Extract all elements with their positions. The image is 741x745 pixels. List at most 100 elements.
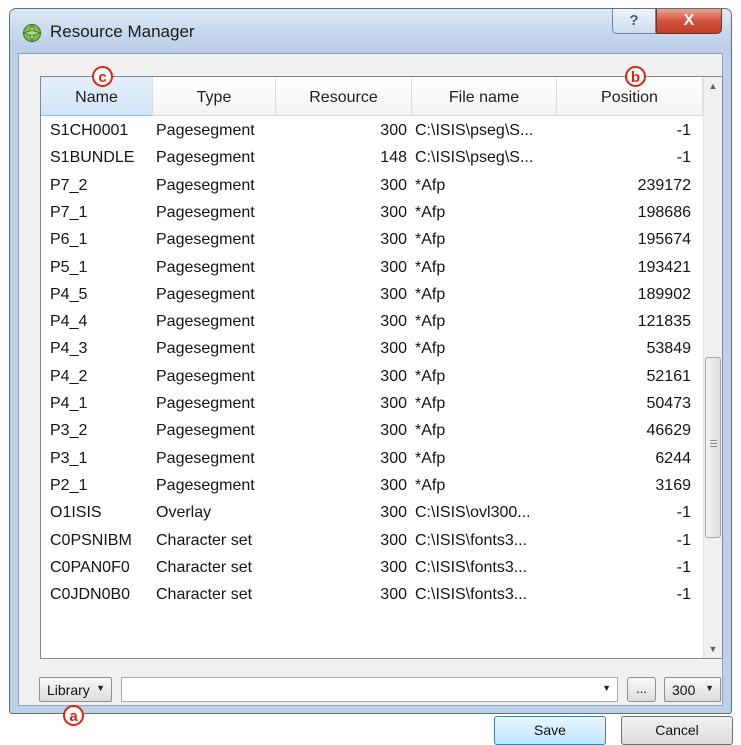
cell-name: S1BUNDLE xyxy=(50,149,135,167)
cell-name: P7_2 xyxy=(50,176,88,194)
cell-name: P4_2 xyxy=(50,367,88,385)
scroll-down-icon[interactable]: ▼ xyxy=(704,640,722,658)
library-dropdown-value: Library xyxy=(47,682,90,698)
table-row[interactable]: P4_1 Pagesegment 300 *Afp 50473 xyxy=(41,390,703,417)
cell-name: P5_1 xyxy=(50,258,88,276)
table-row[interactable]: O1ISIS Overlay 300 C:\ISIS\ovl300... -1 xyxy=(41,499,703,526)
chevron-down-icon: ▼ xyxy=(96,683,105,693)
table-row[interactable]: C0PSNIBM Character set 300 C:\ISIS\fonts3..… xyxy=(41,527,703,554)
column-header-file-name[interactable]: File name xyxy=(412,77,557,116)
cell-type: Pagesegment xyxy=(156,313,255,331)
cell-resource: 300 xyxy=(380,258,407,276)
cell-position: -1 xyxy=(676,531,691,549)
table-row[interactable]: P7_2 Pagesegment 300 *Afp 239172 xyxy=(41,172,703,199)
cell-name: C0JDN0B0 xyxy=(50,586,131,604)
table-row[interactable]: P7_1 Pagesegment 300 *Afp 198686 xyxy=(41,199,703,226)
cell-position: -1 xyxy=(676,122,691,139)
title-bar[interactable]: Resource Manager ? X xyxy=(10,9,731,54)
cell-type: Pagesegment xyxy=(156,367,255,385)
table-row[interactable]: S1CH0001 Pagesegment 300 C:\ISIS\pseg\S... -… xyxy=(41,117,703,144)
column-header-type[interactable]: Type xyxy=(153,77,276,116)
cell-position: 198686 xyxy=(637,203,691,221)
cell-type: Pagesegment xyxy=(156,422,255,440)
cell-resource: 300 xyxy=(380,558,407,576)
cell-file-name: *Afp xyxy=(415,340,446,358)
cell-position: 195674 xyxy=(637,231,691,249)
cell-file-name: *Afp xyxy=(415,476,446,494)
cell-resource: 300 xyxy=(380,203,407,221)
cell-type: Pagesegment xyxy=(156,231,255,249)
annotation-badge-a: a xyxy=(63,705,84,726)
close-button[interactable]: X xyxy=(656,9,722,34)
column-header-resource[interactable]: Resource xyxy=(276,77,412,116)
cell-name: P4_4 xyxy=(50,313,88,331)
cell-file-name: *Afp xyxy=(415,449,446,467)
chevron-down-icon[interactable]: ▼ xyxy=(602,683,611,693)
table-row[interactable]: P4_5 Pagesegment 300 *Afp 189902 xyxy=(41,281,703,308)
cell-name: P7_1 xyxy=(50,203,88,221)
table-row[interactable]: P2_1 Pagesegment 300 *Afp 3169 xyxy=(41,472,703,499)
cell-type: Pagesegment xyxy=(156,395,255,412)
browse-button[interactable]: ... xyxy=(627,677,656,702)
vertical-scrollbar[interactable]: ▲ ▼ xyxy=(703,77,722,658)
cell-name: P4_5 xyxy=(50,285,88,303)
resource-list: Name Type Resource File name Position S1… xyxy=(41,77,703,658)
cell-position: -1 xyxy=(676,149,691,167)
cell-file-name: *Afp xyxy=(415,422,446,440)
cell-name: P3_1 xyxy=(50,449,88,467)
cell-file-name: *Afp xyxy=(415,203,446,221)
cell-resource: 300 xyxy=(380,449,407,467)
table-row[interactable]: C0PAN0F0 Character set 300 C:\ISIS\fonts3..… xyxy=(41,554,703,581)
cell-file-name: *Afp xyxy=(415,258,446,276)
window-title: Resource Manager xyxy=(50,22,195,41)
cell-resource: 300 xyxy=(380,395,407,412)
help-button[interactable]: ? xyxy=(612,9,656,34)
cell-position: -1 xyxy=(676,558,691,576)
cell-type: Pagesegment xyxy=(156,340,255,358)
cell-type: Pagesegment xyxy=(156,258,255,276)
cell-type: Overlay xyxy=(156,504,212,522)
cell-name: C0PSNIBM xyxy=(50,531,132,549)
cell-resource: 300 xyxy=(380,476,407,494)
table-row[interactable]: P5_1 Pagesegment 300 *Afp 193421 xyxy=(41,254,703,281)
grip-icon xyxy=(710,440,717,449)
table-row[interactable]: P6_1 Pagesegment 300 *Afp 195674 xyxy=(41,226,703,253)
cell-resource: 300 xyxy=(380,504,407,522)
cell-resource: 300 xyxy=(380,340,407,358)
chevron-down-icon: ▼ xyxy=(705,683,714,693)
cell-position: 52161 xyxy=(646,367,692,385)
resolution-dropdown[interactable]: 300 ▼ xyxy=(664,677,721,702)
cell-position: 6244 xyxy=(655,449,691,467)
cell-file-name: *Afp xyxy=(415,285,446,303)
resource-manager-window: Resource Manager ? X Name Type Resource … xyxy=(9,8,733,745)
library-dropdown[interactable]: Library ▼ xyxy=(39,677,112,702)
cell-position: 189902 xyxy=(637,285,691,303)
cell-type: Character set xyxy=(156,558,253,576)
table-row[interactable]: P4_3 Pagesegment 300 *Afp 53849 xyxy=(41,335,703,362)
table-row[interactable]: P4_2 Pagesegment 300 *Afp 52161 xyxy=(41,363,703,390)
cell-resource: 300 xyxy=(380,231,407,249)
cell-position: 50473 xyxy=(646,395,692,412)
cancel-button[interactable]: Cancel xyxy=(621,716,733,745)
scrollbar-thumb[interactable] xyxy=(705,357,721,538)
cell-resource: 300 xyxy=(380,176,407,194)
cell-type: Pagesegment xyxy=(156,449,255,467)
table-row[interactable]: S1BUNDLE Pagesegment 148 C:\ISIS\pseg\S... -… xyxy=(41,144,703,171)
path-combobox[interactable]: ▼ xyxy=(121,677,618,702)
table-row[interactable]: P4_4 Pagesegment 300 *Afp 121835 xyxy=(41,308,703,335)
cell-type: Pagesegment xyxy=(156,122,255,139)
cell-type: Character set xyxy=(156,586,253,604)
cell-position: 46629 xyxy=(646,422,692,440)
cell-type: Character set xyxy=(156,531,253,549)
table-row[interactable]: P3_1 Pagesegment 300 *Afp 6244 xyxy=(41,445,703,472)
table-row[interactable]: P3_2 Pagesegment 300 *Afp 46629 xyxy=(41,417,703,444)
cell-name: P6_1 xyxy=(50,231,88,249)
save-button[interactable]: Save xyxy=(494,716,606,745)
dialog-body: Name Type Resource File name Position S1… xyxy=(18,53,733,745)
cell-name: P2_1 xyxy=(50,476,88,494)
annotation-badge-b: b xyxy=(625,66,646,87)
table-row[interactable]: C0JDN0B0 Character set 300 C:\ISIS\fonts3..… xyxy=(41,581,703,608)
scroll-up-icon[interactable]: ▲ xyxy=(704,77,722,95)
cell-name: C0PAN0F0 xyxy=(50,558,130,576)
cell-type: Pagesegment xyxy=(156,285,255,303)
